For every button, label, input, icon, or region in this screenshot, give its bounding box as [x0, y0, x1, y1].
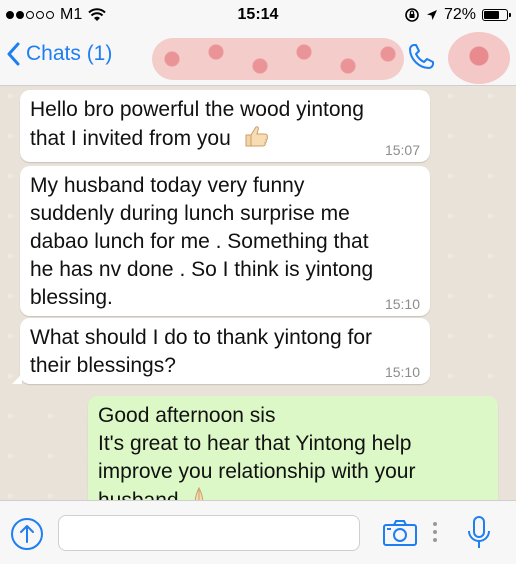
status-bar: M1 15:14 72%: [0, 0, 516, 30]
battery-percent: 72%: [443, 6, 476, 23]
message-text-line: It's great to hear that Yintong help: [98, 432, 412, 455]
message-bubble-incoming[interactable]: Hello bro powerful the wood yintong that…: [20, 90, 430, 162]
status-right: 72%: [404, 6, 511, 24]
more-dots-icon[interactable]: [432, 521, 438, 543]
rotation-lock-icon: [405, 8, 419, 22]
back-label: Chats (1): [26, 42, 113, 65]
message-text-line: Hello bro powerful the wood yintong: [30, 98, 364, 121]
message-text-line: What should I do to thank yintong for: [30, 326, 373, 349]
message-text-line: blessing.: [30, 286, 113, 309]
camera-icon[interactable]: [382, 519, 418, 547]
chat-header: Chats (1): [0, 30, 516, 86]
battery-fill: [484, 11, 500, 19]
thumbs-up-icon: [245, 126, 268, 147]
message-text-line: that I invited from you: [30, 127, 231, 150]
message-text-line: their blessings?: [30, 354, 176, 377]
message-text-line: My husband today very funny: [30, 174, 305, 197]
contact-avatar[interactable]: [448, 32, 510, 84]
location-icon: [426, 10, 437, 20]
message-text-line: suddenly during lunch surprise me: [30, 202, 350, 225]
attach-up-arrow-icon[interactable]: [10, 517, 44, 551]
phone-call-icon[interactable]: [406, 42, 436, 72]
message-bubble-incoming[interactable]: My husband today very funny suddenly dur…: [20, 166, 430, 316]
battery-icon: [482, 9, 511, 21]
chevron-left-icon: [7, 42, 20, 66]
message-bubble-incoming[interactable]: What should I do to thank yintong for th…: [12, 318, 430, 384]
message-input[interactable]: [58, 515, 360, 551]
message-text-line: improve you relationship with your: [98, 460, 416, 483]
message-text-line: Good afternoon sis: [98, 404, 276, 427]
message-text-line: he has nv done . So I think is yintong: [30, 258, 374, 281]
message-time: 15:10: [384, 296, 420, 312]
message-text-line: husband: [98, 489, 179, 500]
back-button[interactable]: Chats (1): [6, 42, 112, 66]
message-time: 15:07: [384, 142, 420, 158]
message-text-row: husband: [98, 486, 488, 500]
contact-name-redacted[interactable]: [152, 38, 404, 80]
message-time: 15:10: [384, 364, 420, 380]
bubble-tail: [12, 374, 22, 384]
composer-bar: [0, 500, 516, 564]
message-bubble-outgoing[interactable]: Good afternoon sis It's great to hear th…: [88, 396, 498, 500]
message-text-line: dabao lunch for me . Something that: [30, 230, 369, 253]
microphone-icon[interactable]: [466, 515, 492, 551]
message-list[interactable]: Hello bro powerful the wood yintong that…: [0, 86, 516, 500]
message-text-row: that I invited from you: [30, 124, 420, 153]
praying-hands-icon: [195, 486, 204, 500]
